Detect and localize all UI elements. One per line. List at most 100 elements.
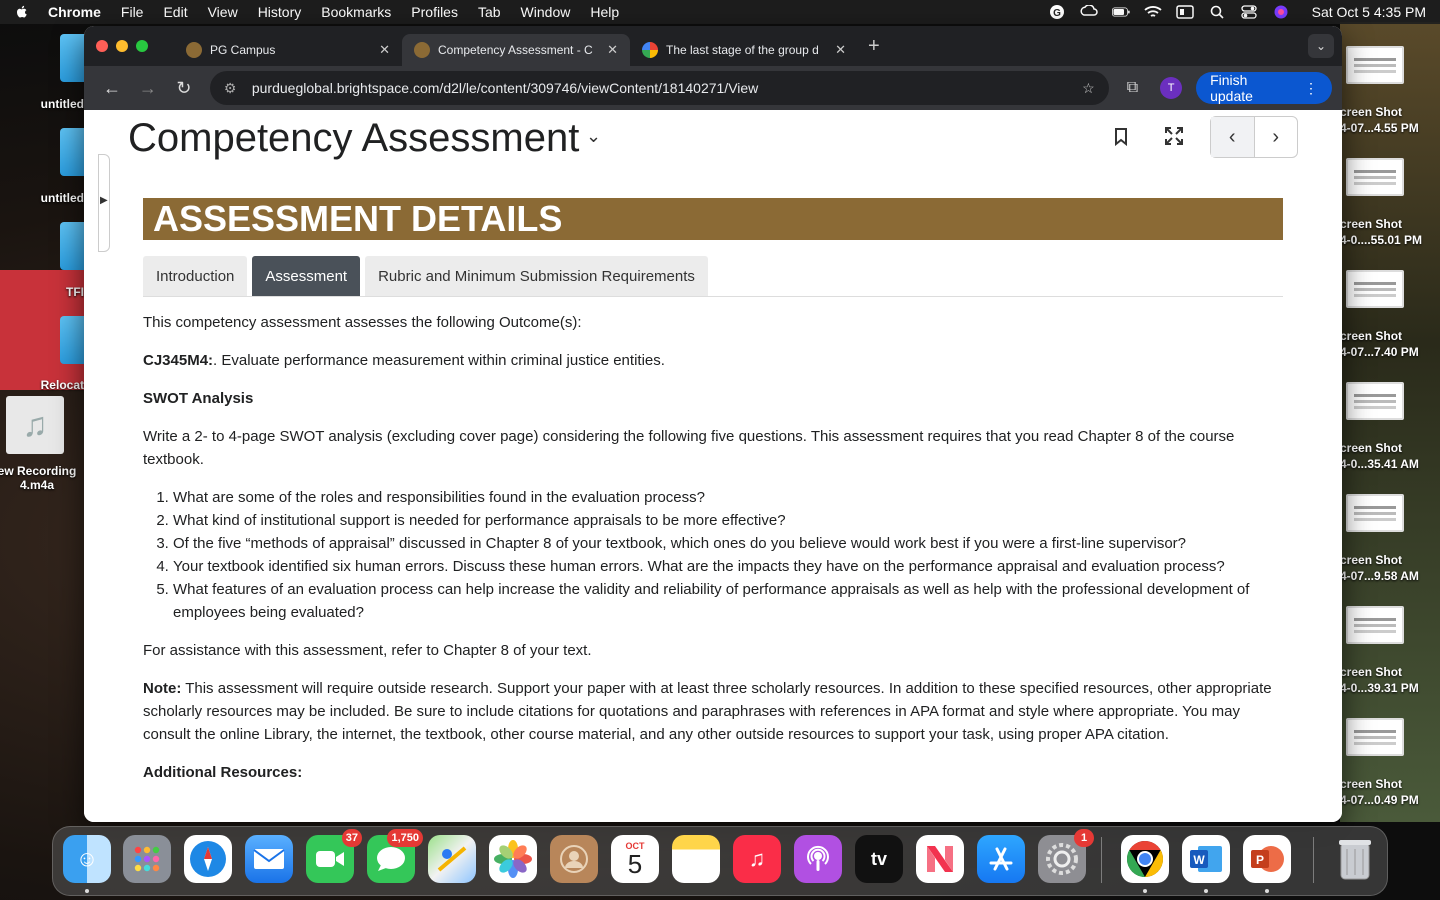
menu-bookmarks[interactable]: Bookmarks	[321, 4, 391, 20]
tab-search-chevron-icon[interactable]: ⌄	[1308, 34, 1334, 58]
back-arrow-icon[interactable]: ←	[94, 78, 130, 99]
music-icon[interactable]: ♫	[733, 835, 781, 883]
chrome-icon[interactable]	[1121, 835, 1169, 883]
kebab-menu-icon: ⋮	[1304, 79, 1319, 96]
desktop-screenshot-item[interactable]: creen Shot 4-0....55.01 PM	[1340, 158, 1440, 248]
word-icon[interactable]: W	[1182, 835, 1230, 883]
contacts-icon[interactable]	[550, 835, 598, 883]
desktop-screenshot-item[interactable]: creen Shot 4-07...0.49 PM	[1340, 718, 1440, 808]
menu-edit[interactable]: Edit	[163, 4, 187, 20]
trash-icon[interactable]	[1331, 835, 1379, 883]
menu-clock[interactable]: Sat Oct 5 4:35 PM	[1312, 4, 1426, 20]
screenshot-label-line1: creen Shot	[1340, 217, 1403, 231]
address-bar[interactable]: ⚙ purdueglobal.brightspace.com/d2l/le/co…	[209, 71, 1109, 105]
screenshot-thumbnail-icon	[1346, 606, 1404, 644]
launchpad-icon[interactable]	[123, 835, 171, 883]
menu-tab[interactable]: Tab	[478, 4, 501, 20]
menu-file[interactable]: File	[121, 4, 144, 20]
messages-icon[interactable]: 1,750	[367, 829, 423, 883]
desktop-item-label[interactable]: untitled	[0, 97, 84, 111]
vpn-icon[interactable]	[1080, 5, 1098, 19]
forward-arrow-icon[interactable]: →	[130, 78, 166, 99]
desktop-item-label[interactable]: untitled	[0, 191, 84, 205]
new-tab-icon[interactable]: +	[868, 35, 880, 58]
settings-badge: 1	[1074, 829, 1094, 847]
close-icon[interactable]: ✕	[379, 42, 390, 58]
extensions-puzzle-icon[interactable]: ⧉	[1127, 79, 1138, 97]
audio-file-icon[interactable]: ♫	[6, 396, 64, 454]
chevron-down-icon[interactable]: ⌄	[586, 126, 601, 147]
url-text: purdueglobal.brightspace.com/d2l/le/cont…	[251, 80, 759, 96]
desktop-screenshot-item[interactable]: creen Shot 4-0...35.41 AM	[1340, 382, 1440, 472]
maps-icon[interactable]	[428, 835, 476, 883]
close-icon[interactable]: ✕	[835, 42, 846, 58]
app-store-icon[interactable]	[977, 835, 1025, 883]
news-icon[interactable]	[916, 835, 964, 883]
menu-profiles[interactable]: Profiles	[411, 4, 458, 20]
bookmark-star-icon[interactable]: ☆	[1082, 80, 1095, 97]
tab-rubric[interactable]: Rubric and Minimum Submission Requiremen…	[365, 256, 708, 296]
menu-history[interactable]: History	[258, 4, 302, 20]
bookmark-icon[interactable]	[1114, 128, 1128, 152]
battery-icon[interactable]	[1111, 5, 1130, 19]
calendar-day: 5	[627, 849, 643, 879]
zoom-window-button[interactable]	[136, 40, 148, 52]
menu-help[interactable]: Help	[590, 4, 619, 20]
additional-heading-text: Additional Resources:	[143, 764, 303, 781]
apple-tv-icon[interactable]: tv	[855, 835, 903, 883]
previous-topic-button[interactable]: ‹	[1211, 117, 1255, 157]
fullscreen-icon[interactable]	[1164, 126, 1184, 152]
system-settings-icon[interactable]: 1	[1038, 829, 1094, 883]
powerpoint-icon[interactable]: P	[1243, 835, 1291, 883]
site-info-icon[interactable]: ⚙	[224, 80, 242, 97]
podcasts-icon[interactable]	[794, 835, 842, 883]
reload-icon[interactable]: ↻	[166, 78, 202, 99]
notes-icon[interactable]	[672, 835, 720, 883]
svg-text:W: W	[1193, 853, 1205, 867]
facetime-icon[interactable]: 37	[306, 829, 362, 883]
desktop-screenshot-item[interactable]: creen Shot 4-07...7.40 PM	[1340, 270, 1440, 360]
menu-window[interactable]: Window	[521, 4, 571, 20]
profile-avatar[interactable]: T	[1160, 77, 1183, 99]
close-window-button[interactable]	[96, 40, 108, 52]
list-item: What features of an evaluation process c…	[173, 578, 1283, 624]
tab-introduction[interactable]: Introduction	[143, 256, 248, 296]
mail-icon[interactable]	[245, 835, 293, 883]
control-center-icon[interactable]	[1240, 5, 1258, 19]
tab-google-search[interactable]: The last stage of the group d ✕	[630, 34, 858, 66]
messages-badge: 1,750	[387, 829, 423, 847]
desktop-item-label[interactable]: ew Recording 4.m4a	[0, 464, 78, 492]
finder-icon[interactable]: ☺	[63, 835, 111, 883]
photos-icon[interactable]	[489, 835, 537, 883]
display-icon[interactable]	[1175, 5, 1194, 19]
wifi-icon[interactable]	[1144, 5, 1162, 19]
menu-app-name[interactable]: Chrome	[48, 4, 101, 20]
search-icon[interactable]	[1208, 5, 1226, 19]
tab-pg-campus[interactable]: PG Campus ✕	[174, 34, 402, 66]
sidebar-toggle[interactable]: ▶	[98, 154, 110, 252]
finish-update-button[interactable]: Finish update ⋮	[1196, 72, 1333, 104]
minimize-window-button[interactable]	[116, 40, 128, 52]
dock-separator	[1313, 837, 1314, 883]
apple-icon[interactable]	[14, 4, 30, 20]
desktop-screenshot-item[interactable]: creen Shot 4-0...39.31 PM	[1340, 606, 1440, 696]
desktop-screenshot-item[interactable]: creen Shot 4-07...4.55 PM	[1340, 46, 1440, 136]
safari-icon[interactable]	[184, 835, 232, 883]
menu-view[interactable]: View	[208, 4, 238, 20]
desktop-item-label[interactable]: Relocat	[0, 378, 84, 392]
tab-competency-assessment[interactable]: Competency Assessment - C ✕	[402, 34, 630, 66]
siri-icon[interactable]	[1272, 5, 1290, 19]
purdue-favicon-icon	[414, 42, 430, 58]
running-indicator	[1204, 889, 1208, 893]
grammarly-icon[interactable]: G	[1048, 5, 1066, 19]
swot-heading: SWOT Analysis	[143, 387, 1283, 410]
next-topic-button[interactable]: ›	[1255, 117, 1298, 157]
desktop-item-label[interactable]: TFI	[0, 285, 84, 299]
calendar-icon[interactable]: OCT 5	[611, 835, 659, 883]
menu-bar: Chrome File Edit View History Bookmarks …	[0, 0, 1440, 24]
desktop-screenshot-item[interactable]: creen Shot 4-07...9.58 AM	[1340, 494, 1440, 584]
close-icon[interactable]: ✕	[607, 42, 618, 58]
tab-assessment[interactable]: Assessment	[252, 256, 361, 296]
note-label: Note:	[143, 680, 182, 697]
screenshot-label-line2: 4-0...35.41 AM	[1340, 457, 1419, 471]
